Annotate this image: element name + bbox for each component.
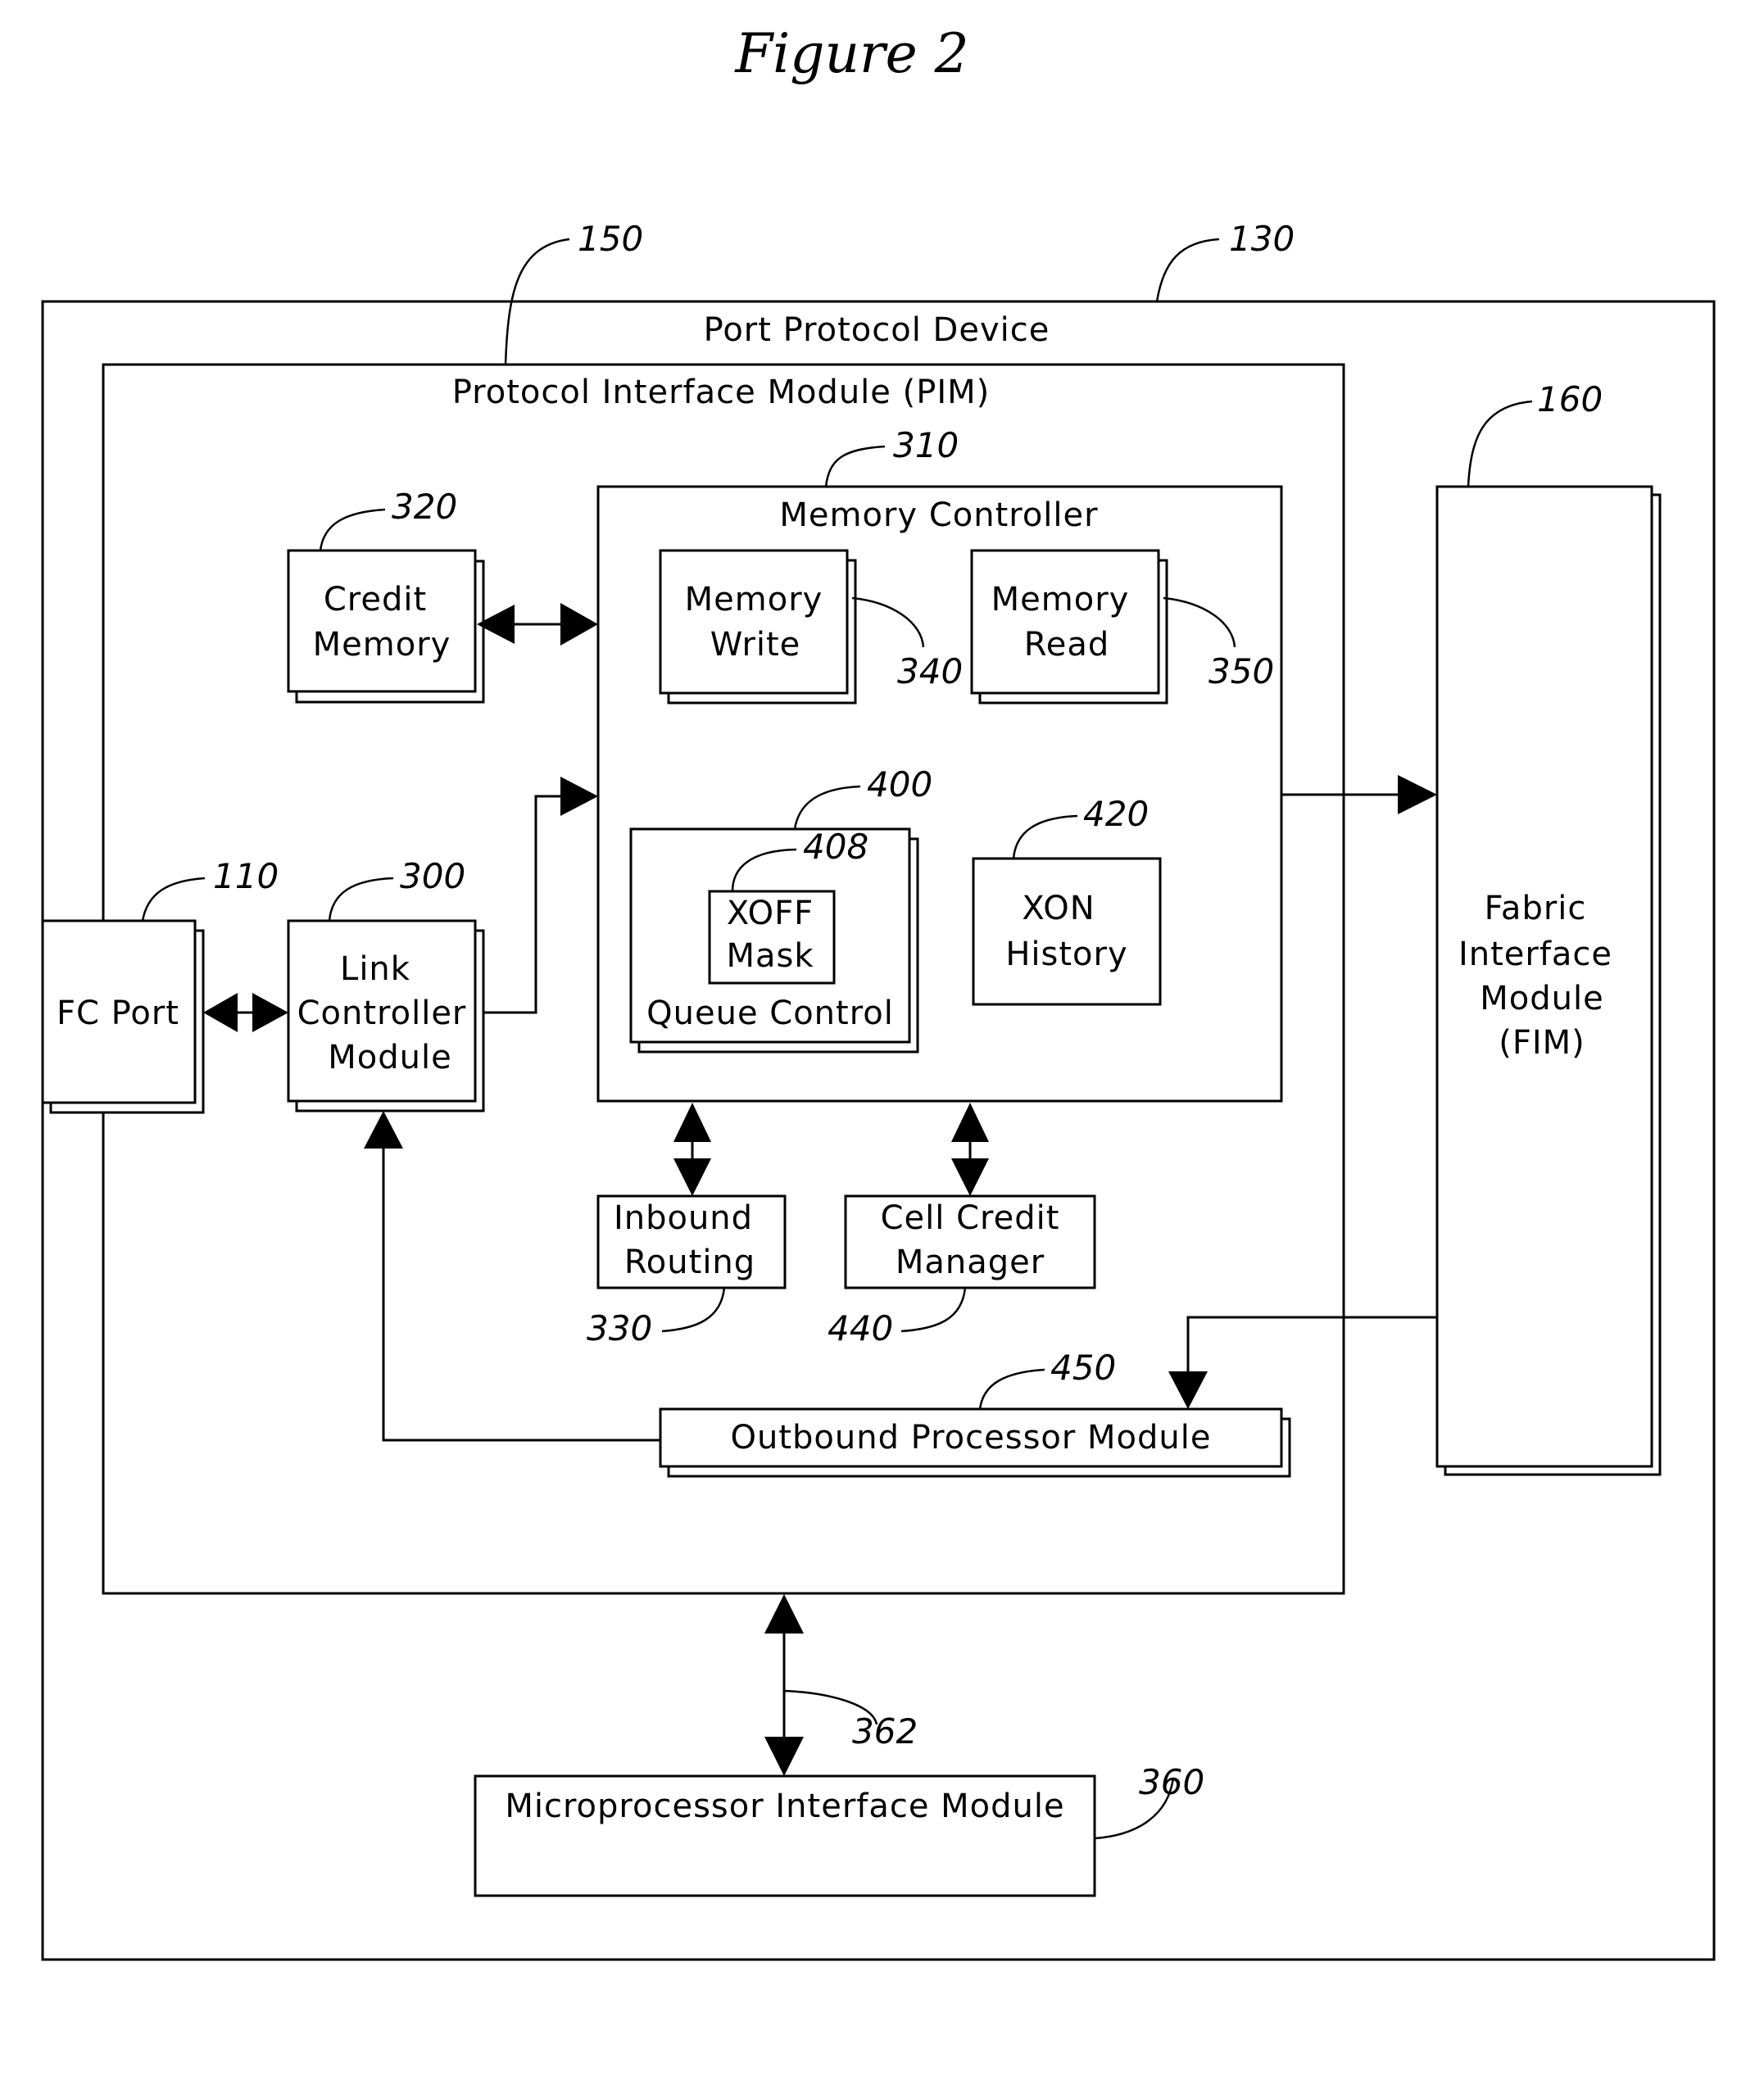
fim-line-4: (FIM): [1499, 1024, 1585, 1062]
xon-history-line-2: History: [1005, 936, 1127, 973]
ref-362: 362: [852, 1711, 918, 1751]
fc-port-label: FC Port: [57, 995, 179, 1032]
credit-memory-box: [287, 549, 477, 693]
memory-read-line-2: Read: [1024, 626, 1110, 664]
ref-408: 408: [803, 827, 868, 867]
ref-150: 150: [578, 219, 643, 259]
memory-controller-label: Memory Controller: [779, 496, 1098, 534]
lcm-line-1: Link: [340, 950, 410, 988]
ref-420: 420: [1083, 794, 1149, 834]
fim-line-2: Interface: [1458, 936, 1612, 973]
ref-440: 440: [828, 1308, 893, 1348]
fim-line-3: Module: [1480, 980, 1603, 1017]
fim-line-1: Fabric: [1485, 890, 1587, 927]
ref-450: 450: [1050, 1348, 1116, 1388]
ref-130: 130: [1229, 219, 1295, 259]
ref-310: 310: [893, 425, 959, 465]
ref-160: 160: [1537, 379, 1603, 419]
ref-300: 300: [400, 856, 465, 896]
figure-canvas: Figure 2 Port Protocol Device 130 Protoc…: [41, 22, 1716, 1961]
fim-box: [1435, 485, 1653, 1468]
mim-label: Microprocessor Interface Module: [505, 1788, 1064, 1825]
xoff-mask-line-1: XOFF: [727, 895, 814, 932]
credit-memory-line-2: Memory: [313, 626, 451, 664]
figure-title: Figure 2: [734, 22, 968, 85]
xon-history-box: [972, 857, 1162, 1006]
memory-read-line-1: Memory: [991, 581, 1130, 619]
ref-350: 350: [1208, 651, 1274, 691]
inbound-routing-line-2: Routing: [624, 1244, 755, 1281]
ref-110: 110: [213, 856, 279, 896]
port-protocol-device-label: Port Protocol Device: [704, 311, 1050, 349]
opm-label: Outbound Processor Module: [730, 1419, 1211, 1457]
inbound-routing-line-1: Inbound: [614, 1199, 753, 1237]
lcm-line-2: Controller: [297, 995, 467, 1032]
pim-label: Protocol Interface Module (PIM): [452, 374, 991, 411]
memory-write-box: [659, 549, 849, 695]
memory-read-box: [970, 549, 1160, 695]
ccm-line-2: Manager: [896, 1244, 1045, 1281]
ref-330: 330: [587, 1308, 652, 1348]
ccm-line-1: Cell Credit: [881, 1199, 1060, 1237]
ref-340: 340: [897, 651, 963, 691]
ref-400: 400: [867, 764, 932, 804]
credit-memory-line-1: Credit: [324, 581, 427, 619]
ref-360: 360: [1139, 1762, 1204, 1802]
lcm-line-3: Module: [328, 1039, 451, 1076]
ref-130-leader: [1155, 238, 1220, 302]
xoff-mask-line-2: Mask: [726, 937, 814, 975]
ref-320: 320: [392, 487, 457, 527]
queue-control-label: Queue Control: [646, 995, 894, 1032]
xon-history-line-1: XON: [1022, 890, 1095, 927]
memory-write-line-1: Memory: [685, 581, 823, 619]
memory-write-line-2: Write: [710, 626, 801, 664]
